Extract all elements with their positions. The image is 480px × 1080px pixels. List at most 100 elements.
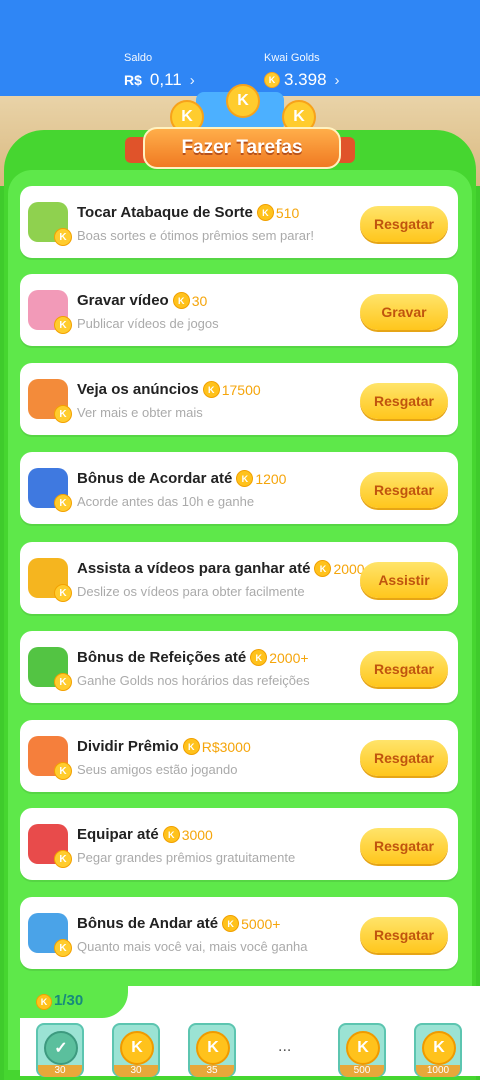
task-amount: 1200: [255, 470, 287, 487]
tv-icon: K: [28, 379, 72, 423]
calendar-icon: K: [28, 647, 72, 691]
coin-icon: K: [54, 494, 72, 512]
coin-icon: K: [54, 316, 72, 334]
task-title-row: Assista a vídeos para ganhar até K 2000: [77, 560, 365, 577]
coin-icon: K: [226, 84, 260, 118]
drum-icon: K: [28, 202, 72, 246]
task-subtitle: Boas sortes e ótimos prêmios sem parar!: [77, 228, 314, 243]
banner-title: Fazer Tarefas: [143, 127, 341, 169]
task-amount: 2000+: [269, 649, 309, 666]
checkin-day[interactable]: K 35: [188, 1023, 236, 1077]
task-title: Veja os anúncios: [77, 381, 199, 398]
coin-icon: K: [222, 915, 240, 932]
task-card: K Assista a vídeos para ganhar até K 2000 De…: [20, 542, 458, 614]
task-title-row: Bônus de Acordar até K 1200: [77, 470, 286, 487]
coin-icon: K: [54, 673, 72, 691]
coin-icon: K: [54, 228, 72, 246]
coin-icon: K: [54, 850, 72, 868]
saldo-balance[interactable]: Saldo R$ 0,11 ›: [124, 52, 195, 90]
checkin-progress: 1/30: [54, 992, 84, 1009]
coin-icon: K: [162, 826, 180, 843]
task-subtitle: Quanto mais você vai, mais você ganha: [77, 939, 308, 954]
kwai-coin-icon: K: [264, 72, 280, 88]
task-amount: R$3000: [201, 738, 251, 755]
task-amount: 30: [191, 292, 208, 309]
coin-icon: K: [422, 1031, 456, 1065]
coin-icon: K: [250, 649, 268, 666]
task-action-button[interactable]: Gravar: [360, 294, 448, 330]
chevron-right-icon: ›: [334, 71, 340, 89]
coin-icon: K: [54, 405, 72, 423]
task-amount: 510: [275, 204, 300, 221]
task-subtitle: Pegar grandes prêmios gratuitamente: [77, 850, 296, 865]
task-action-button[interactable]: Resgatar: [360, 472, 448, 508]
task-card: K Dividir Prêmio K R$3000 Seus amigos estão …: [20, 720, 458, 792]
coin-icon: K: [346, 1031, 380, 1065]
task-action-button[interactable]: Resgatar: [360, 206, 448, 242]
golds-balance[interactable]: Kwai Golds K 3.398 ›: [264, 52, 340, 90]
task-subtitle: Seus amigos estão jogando: [77, 762, 238, 777]
checkin-day-value: 35: [190, 1065, 234, 1077]
checkin-day[interactable]: K 1000: [414, 1023, 462, 1077]
coin-icon: K: [172, 292, 190, 309]
task-title: Dividir Prêmio: [77, 738, 179, 755]
task-card: K Tocar Atabaque de Sorte K 510 Boas sortes …: [20, 186, 458, 258]
task-action-button[interactable]: Resgatar: [360, 917, 448, 953]
task-title-row: Dividir Prêmio K R$3000: [77, 738, 251, 755]
saldo-value: 0,11: [149, 70, 182, 89]
saldo-currency: R$: [124, 72, 142, 88]
golds-label: Kwai Golds: [264, 52, 320, 64]
coin-icon: K: [202, 381, 220, 398]
runner-icon: K: [28, 913, 72, 957]
task-card: K Bônus de Refeições até K 2000+ Ganhe Golds…: [20, 631, 458, 703]
boxing-gloves-icon: K: [28, 824, 72, 868]
task-title-row: Bônus de Andar até K 5000+: [77, 915, 280, 932]
task-title-row: Tocar Atabaque de Sorte K 510: [77, 204, 299, 221]
task-action-button[interactable]: Assistir: [360, 562, 448, 598]
task-card: K Veja os anúncios K 17500 Ver mais e obter …: [20, 363, 458, 435]
task-card: K Equipar até K 3000 Pegar grandes prêmios g…: [20, 808, 458, 880]
task-subtitle: Publicar vídeos de jogos: [77, 316, 219, 331]
task-subtitle: Ganhe Golds nos horários das refeições: [77, 673, 310, 688]
checkin-day[interactable]: K 500: [338, 1023, 386, 1077]
check-icon: ✓: [44, 1031, 78, 1065]
task-title: Bônus de Refeições até: [77, 649, 247, 666]
coin-icon: K: [54, 584, 72, 602]
camera-icon: K: [28, 290, 72, 334]
checkin-day-value: 500: [340, 1065, 384, 1077]
task-title-row: Bônus de Refeições até K 2000+: [77, 649, 309, 666]
task-amount: 3000: [181, 826, 213, 843]
coin-icon: K: [120, 1031, 154, 1065]
task-action-button[interactable]: Resgatar: [360, 651, 448, 687]
coin-icon: K: [54, 762, 72, 780]
task-title: Bônus de Andar até: [77, 915, 219, 932]
coin-icon: K: [54, 939, 72, 957]
task-subtitle: Deslize os vídeos para obter facilmente: [77, 584, 305, 599]
coin-icon: K: [314, 560, 332, 577]
task-amount: 17500: [221, 381, 261, 398]
task-title-row: Veja os anúncios K 17500: [77, 381, 261, 398]
banner: Fazer Tarefas: [125, 127, 355, 169]
task-title: Gravar vídeo: [77, 292, 169, 309]
coin-icon: K: [36, 994, 52, 1010]
task-title-row: Equipar até K 3000: [77, 826, 213, 843]
task-subtitle: Ver mais e obter mais: [77, 405, 203, 420]
checkin-day[interactable]: ✓ 30: [36, 1023, 84, 1077]
coin-icon: K: [236, 470, 254, 487]
task-title: Assista a vídeos para ganhar até: [77, 560, 311, 577]
task-action-button[interactable]: Resgatar: [360, 828, 448, 864]
task-amount: 5000+: [241, 915, 281, 932]
checkin-day-value: 30: [38, 1065, 82, 1077]
moon-icon: K: [28, 468, 72, 512]
checkin-day-value: 1000: [416, 1065, 460, 1077]
task-title: Equipar até: [77, 826, 159, 843]
task-card: K Bônus de Acordar até K 1200 Acorde antes d…: [20, 452, 458, 524]
checkin-day[interactable]: K 30: [112, 1023, 160, 1077]
task-action-button[interactable]: Resgatar: [360, 383, 448, 419]
task-title: Tocar Atabaque de Sorte: [77, 204, 253, 221]
video-camera-icon: K: [28, 558, 72, 602]
task-action-button[interactable]: Resgatar: [360, 740, 448, 776]
checkin-day-value: 30: [114, 1065, 158, 1077]
coin-icon: K: [182, 738, 200, 755]
saldo-label: Saldo: [124, 52, 153, 64]
